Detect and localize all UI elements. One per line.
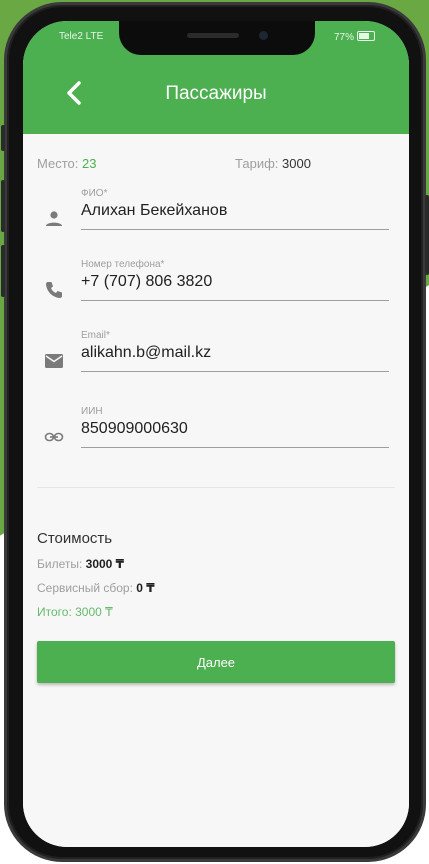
service-fee: Сервисный сбор: 0 ₸	[37, 581, 155, 595]
tariff-value: 3000	[282, 156, 311, 171]
battery-icon	[357, 31, 375, 41]
next-button[interactable]: Далее	[37, 641, 395, 683]
tariff-info: Тариф: 3000	[235, 156, 311, 171]
battery-status: 77%	[334, 31, 375, 43]
iin-field[interactable]: ИИН 850909000630	[23, 406, 409, 486]
tickets-label: Билеты:	[37, 557, 83, 571]
phone-frame: Tele2 LTE 77% Пассажиры Место: 23 Тариф:…	[1, 2, 429, 862]
total-cost: Итого: 3000 ₸	[37, 605, 113, 619]
envelope-icon	[45, 354, 63, 368]
fio-value[interactable]: Алихан Бекейханов	[81, 202, 227, 220]
email-field[interactable]: Email* alikahn.b@mail.kz	[23, 330, 409, 410]
total-value: 3000 ₸	[75, 605, 113, 619]
service-value: 0 ₸	[136, 581, 155, 595]
service-label: Сервисный сбор:	[37, 581, 133, 595]
email-label: Email*	[81, 330, 110, 341]
link-icon	[44, 432, 64, 442]
page-title: Пассажиры	[165, 83, 267, 104]
tickets-cost: Билеты: 3000 ₸	[37, 557, 124, 571]
phone-label: Номер телефона*	[81, 259, 165, 270]
total-label: Итого:	[37, 605, 72, 619]
section-divider	[37, 487, 395, 488]
fio-label: ФИО*	[81, 188, 108, 199]
fio-field[interactable]: ФИО* Алихан Бекейханов	[23, 188, 409, 268]
email-value[interactable]: alikahn.b@mail.kz	[81, 344, 211, 362]
phone-field[interactable]: Номер телефона* +7 (707) 806 3820	[23, 259, 409, 339]
tariff-label: Тариф:	[235, 156, 279, 171]
place-value: 23	[81, 156, 97, 171]
iin-value[interactable]: 850909000630	[81, 420, 188, 438]
phone-value[interactable]: +7 (707) 806 3820	[81, 273, 212, 291]
phone-screen: Tele2 LTE 77% Пассажиры Место: 23 Тариф:…	[23, 21, 409, 847]
tickets-value: 3000 ₸	[85, 557, 125, 571]
iin-label: ИИН	[81, 406, 103, 417]
phone-icon	[46, 282, 62, 298]
cost-title: Стоимость	[37, 530, 113, 547]
person-icon	[46, 211, 62, 226]
notch	[119, 21, 315, 55]
passenger-form: Место: 23 Тариф: 3000 ФИО* Алихан Бекейх…	[23, 134, 409, 847]
carrier-status: Tele2 LTE	[59, 31, 104, 42]
seat-info: Место: 23 Тариф: 3000	[37, 156, 395, 171]
place-label: Место:	[37, 156, 79, 171]
